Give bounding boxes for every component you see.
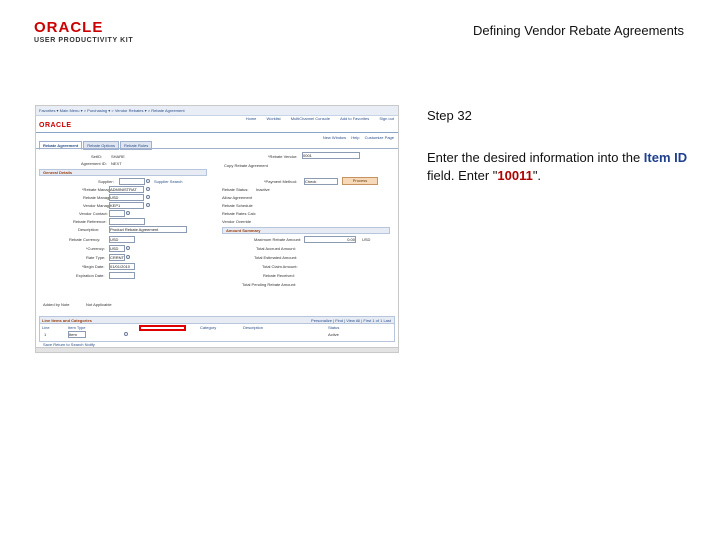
rebate-vendor-select[interactable]: 0001: [302, 152, 360, 159]
rebate-schedule-label: Rebate Schedule: [222, 203, 253, 208]
nav-signout[interactable]: Sign out: [379, 116, 394, 121]
instruction-text-before: Enter the desired information into the: [427, 150, 644, 165]
rate-type-lookup-icon[interactable]: [126, 255, 130, 259]
expiration-date-input[interactable]: [109, 272, 135, 279]
grid-title: Line Items and Categories: [42, 318, 92, 323]
total-pending-label: Total Pending Rebate Amount:: [242, 282, 297, 287]
link-new-window[interactable]: New Window: [323, 135, 346, 140]
document-title: Defining Vendor Rebate Agreements: [472, 23, 684, 38]
added-by-value: Not Applicable: [86, 302, 112, 307]
vendor-manager-input[interactable]: KEP1: [109, 202, 144, 209]
begin-date-input[interactable]: 01/01/2010: [109, 263, 135, 270]
manager-lookup-icon[interactable]: [146, 187, 150, 191]
payment-method-select[interactable]: Check: [304, 178, 338, 185]
nav-favorites[interactable]: Add to Favorites: [340, 116, 369, 121]
vendor-lookup-icon[interactable]: [146, 203, 150, 207]
manager2-lookup-icon[interactable]: [146, 195, 150, 199]
total-estimated-label: Total Estimated Amount:: [254, 255, 298, 260]
rebate-vendor-label: *Rebate Vendor:: [268, 154, 298, 159]
col-status[interactable]: Status: [328, 325, 339, 330]
rebate-manager-input[interactable]: ADMINISTRAT: [109, 186, 144, 193]
description-input[interactable]: Product Rebate Agreement: [109, 226, 187, 233]
agreement-value: NEXT: [111, 161, 122, 166]
expiration-date-label: Expiration Date:: [76, 273, 105, 278]
row-lookup-icon[interactable]: [124, 332, 128, 336]
col-category[interactable]: Category: [200, 325, 216, 330]
amount-summary-header[interactable]: Amount Summary: [222, 227, 390, 234]
col-line[interactable]: Line: [42, 325, 50, 330]
total-accrued-label: Total Accrued Amount:: [256, 246, 296, 251]
rebate-manager2-input[interactable]: USD: [109, 194, 144, 201]
general-details-header[interactable]: General Details: [39, 169, 207, 176]
vendor-override-label: Vendor Override: [222, 219, 252, 224]
menu-bar: Favorites ▾ Main Menu ▾ > Purchasing ▾ >…: [36, 106, 398, 116]
vendor-contact-input[interactable]: [109, 210, 125, 217]
rebate-currency-input[interactable]: USD: [109, 236, 135, 243]
description-label: Description:: [78, 227, 100, 232]
supplier-input[interactable]: [119, 178, 145, 185]
rebate-status-value: Inactive: [256, 187, 270, 192]
currency-input[interactable]: USD: [109, 245, 125, 252]
rebate-reference-input[interactable]: [109, 218, 145, 225]
row-status: Active: [328, 332, 339, 337]
currency-lookup-icon[interactable]: [126, 246, 130, 250]
rebate-currency-label: Rebate Currency:: [69, 237, 101, 242]
rate-type-label: Rate Type:: [86, 255, 106, 260]
item-id-input-highlight[interactable]: [139, 325, 186, 331]
nav-home[interactable]: Home: [246, 116, 257, 121]
rebate-calc-label: Rebate Rates Calc: [222, 211, 256, 216]
horizontal-scrollbar[interactable]: [36, 347, 398, 352]
tab-divider: [36, 148, 398, 149]
vendor-contact-label: Vendor Contact:: [79, 211, 108, 216]
rebate-received-label: Rebate Received:: [263, 273, 295, 278]
maximum-amount-input[interactable]: 0.00: [304, 236, 356, 243]
brand-name: ORACLE: [34, 19, 104, 36]
instruction-text-after: ".: [532, 168, 542, 183]
instruction-field-name: Item ID: [643, 150, 688, 165]
brand-subtitle: USER PRODUCTIVITY KIT: [34, 37, 134, 44]
nav-worklist[interactable]: Worklist: [267, 116, 281, 121]
setid-label: SetID:: [91, 154, 103, 159]
grid-nav[interactable]: Personalize | Find | View All | First 1 …: [311, 318, 391, 323]
nav-multichannel[interactable]: MultiChannel Console: [291, 116, 330, 121]
oracle-upk-logo: ORACLE USER PRODUCTIVITY KIT: [34, 20, 154, 48]
instruction-text-middle: field. Enter ": [427, 168, 498, 183]
supplier-label: Supplier:: [98, 179, 114, 184]
app-screenshot: Favorites ▾ Main Menu ▾ > Purchasing ▾ >…: [35, 105, 399, 353]
rate-type-input[interactable]: CRRNT: [109, 254, 125, 261]
header-rule: [36, 132, 398, 133]
rebate-reference-label: Rebate Reference:: [73, 219, 107, 224]
begin-date-label: *Begin Date:: [82, 264, 105, 269]
agreement-label: Agreement ID:: [81, 161, 107, 166]
currency-label: *Currency:: [86, 246, 105, 251]
link-help[interactable]: Help: [351, 135, 359, 140]
line-items-grid: Line Items and Categories Personalize | …: [39, 316, 395, 342]
app-logo: ORACLE: [39, 122, 72, 129]
maximum-amount-currency: USD: [362, 237, 371, 242]
top-nav: Home Worklist MultiChannel Console Add t…: [237, 116, 394, 121]
breadcrumb[interactable]: Favorites ▾ Main Menu ▾ > Purchasing ▾ >…: [39, 108, 185, 113]
maximum-amount-label: Maximum Rebate Amount:: [254, 237, 302, 242]
step-label: Step 32: [427, 108, 472, 123]
row-item-type-select[interactable]: Item: [68, 331, 86, 338]
setid-value: SHARE: [111, 154, 125, 159]
process-button[interactable]: Process: [342, 177, 378, 185]
col-item-type[interactable]: Item Type: [68, 325, 86, 330]
supplier-lookup-icon[interactable]: [146, 179, 150, 183]
total-claim-label: Total Claim Amount:: [262, 264, 298, 269]
col-description[interactable]: Description: [243, 325, 263, 330]
supplier-search-link[interactable]: Supplier Search: [154, 179, 182, 184]
grid-header: Line Items and Categories Personalize | …: [40, 317, 394, 324]
rebate-status-label: Rebate Status:: [222, 187, 249, 192]
link-customize[interactable]: Customize Page: [365, 135, 394, 140]
instruction-text: Enter the desired information into the I…: [427, 149, 689, 185]
header-links: New Window Help Customize Page: [319, 135, 394, 140]
allow-agreement-label: Allow Agreement: [222, 195, 253, 200]
contact-lookup-icon[interactable]: [126, 211, 130, 215]
copy-agreement-link[interactable]: Copy Rebate Agreement: [224, 163, 268, 168]
instruction-value: 10011: [497, 168, 533, 183]
payment-method-label: *Payment Method:: [264, 179, 297, 184]
row-line: 1: [44, 332, 47, 337]
added-by-label: Added by Note: [43, 302, 70, 307]
